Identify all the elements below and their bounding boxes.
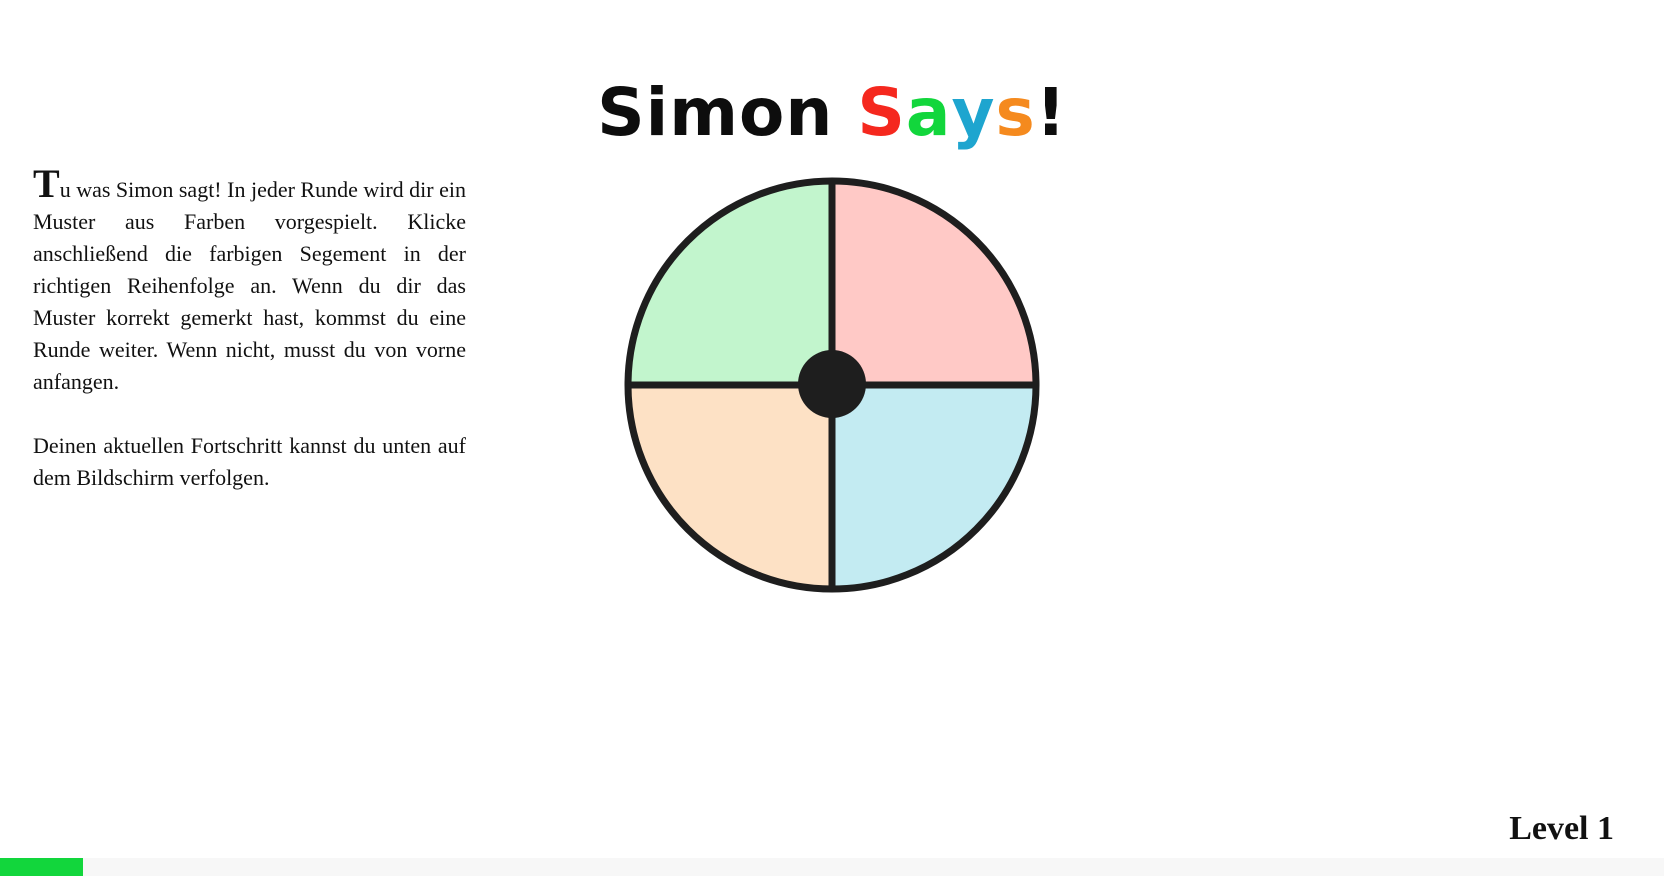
drop-cap: T xyxy=(33,161,60,206)
progress-bar xyxy=(0,858,1664,876)
center-hub xyxy=(798,350,866,418)
title-exclamation: ! xyxy=(1035,74,1067,152)
title-letter-y: y xyxy=(951,74,996,152)
simon-board xyxy=(612,165,1052,605)
instructions-paragraph-2: Deinen aktuellen Fortschritt kannst du u… xyxy=(33,433,466,490)
instructions-text: Tu was Simon sagt! In jeder Runde wird d… xyxy=(33,164,466,526)
game-title: Simon Says! xyxy=(0,80,1664,146)
instructions-paragraph-1: Tu was Simon sagt! In jeder Runde wird d… xyxy=(33,164,466,398)
title-word-says: Says! xyxy=(857,74,1067,151)
title-letter-s: S xyxy=(857,74,906,152)
instructions-paragraph-1-text: u was Simon sagt! In jeder Runde wird di… xyxy=(33,177,466,394)
progress-bar-fill xyxy=(0,858,84,876)
title-letter-a: a xyxy=(905,74,952,152)
title-word-simon: Simon xyxy=(597,74,834,152)
level-indicator: Level 1 xyxy=(1509,810,1614,847)
title-letter-s2: s xyxy=(995,74,1036,152)
simon-board-svg xyxy=(624,177,1040,593)
